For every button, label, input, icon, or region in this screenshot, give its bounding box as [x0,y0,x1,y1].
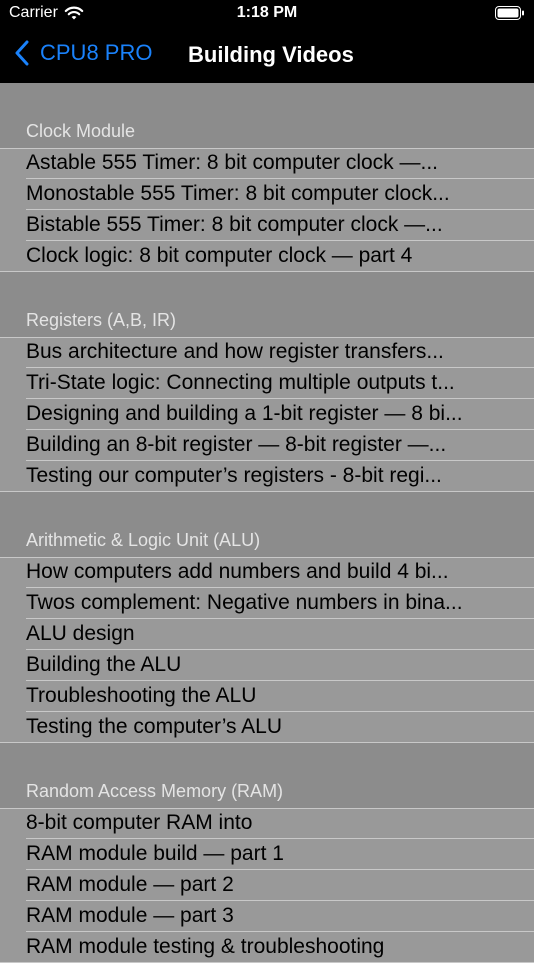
list-item-label: Testing our computer’s registers - 8-bit… [26,464,442,487]
list-item-label: ALU design [26,622,135,645]
list-item-label: 8-bit computer RAM into [26,811,253,834]
status-time: 1:18 PM [236,4,298,21]
list-item-label: Building the ALU [26,653,182,676]
section-header-label: Registers (A,B, IR) [26,310,177,330]
list-item-label: RAM module — part 3 [26,904,234,927]
list-item[interactable]: Testing our computer’s registers - 8-bit… [0,461,534,492]
list-item[interactable]: Building the ALU [0,650,534,681]
list-item[interactable]: Astable 555 Timer: 8 bit computer clock … [0,148,534,179]
navigation-bar: CPU8 PRO Building Videos [0,28,534,83]
section-header-ram: Random Access Memory (RAM) [0,743,534,808]
section-header-registers: Registers (A,B, IR) [0,272,534,337]
list-item-label: Astable 555 Timer: 8 bit computer clock … [26,151,439,174]
list-item-label: Testing the computer’s ALU [26,715,283,738]
list-item[interactable]: Testing the computer’s ALU [0,712,534,743]
section-header-label: Clock Module [26,121,136,141]
list-item-label: Designing and building a 1-bit register … [26,402,463,425]
section-header-label: Random Access Memory (RAM) [26,781,284,801]
list-item-label: Tri-State logic: Connecting multiple out… [26,371,455,394]
list-item[interactable]: RAM module build — part 1 [0,839,534,870]
list-item[interactable]: Building an 8-bit register — 8-bit regis… [0,430,534,461]
list-item-label: How computers add numbers and build 4 bi… [26,560,449,583]
list-item[interactable]: 8-bit computer RAM into [0,808,534,839]
list-item[interactable]: ALU design [0,619,534,650]
video-list: Clock Module Astable 555 Timer: 8 bit co… [0,83,534,963]
page-title: Building Videos [188,42,354,67]
list-item[interactable]: Designing and building a 1-bit register … [0,399,534,430]
list-item-label: RAM module testing & troubleshooting [26,935,385,958]
list-item-label: Troubleshooting the ALU [26,684,257,707]
list-item[interactable]: Troubleshooting the ALU [0,681,534,712]
list-item-label: RAM module build — part 1 [26,842,284,865]
list-item[interactable]: Tri-State logic: Connecting multiple out… [0,368,534,399]
battery-icon [495,6,524,20]
status-bar: Carrier 1:18 PM [0,0,534,28]
list-item-label: Building an 8-bit register — 8-bit regis… [26,433,447,456]
list-item[interactable]: RAM module — part 3 [0,901,534,932]
back-button-label: CPU8 PRO [40,40,153,65]
section-header-label: Arithmetic & Logic Unit (ALU) [26,530,261,550]
chevron-left-icon [15,40,29,66]
list-item[interactable]: Bistable 555 Timer: 8 bit computer clock… [0,210,534,241]
list-item[interactable]: Twos complement: Negative numbers in bin… [0,588,534,619]
section-header-clock-module: Clock Module [0,83,534,148]
list-item-label: Twos complement: Negative numbers in bin… [26,591,463,614]
list-item-label: Bus architecture and how register transf… [26,340,444,363]
list-item[interactable]: Monostable 555 Timer: 8 bit computer clo… [0,179,534,210]
list-item[interactable]: How computers add numbers and build 4 bi… [0,557,534,588]
list-item[interactable]: RAM module testing & troubleshooting [0,932,534,963]
list-item[interactable]: Bus architecture and how register transf… [0,337,534,368]
list-item[interactable]: Clock logic: 8 bit computer clock — part… [0,241,534,272]
section-header-alu: Arithmetic & Logic Unit (ALU) [0,492,534,557]
list-item[interactable]: RAM module — part 2 [0,870,534,901]
list-item-label: RAM module — part 2 [26,873,234,896]
list-item-label: Bistable 555 Timer: 8 bit computer clock… [26,213,443,236]
list-item-label: Clock logic: 8 bit computer clock — part… [26,244,413,267]
list-item-label: Monostable 555 Timer: 8 bit computer clo… [26,182,450,205]
back-button[interactable]: CPU8 PRO [14,40,152,66]
